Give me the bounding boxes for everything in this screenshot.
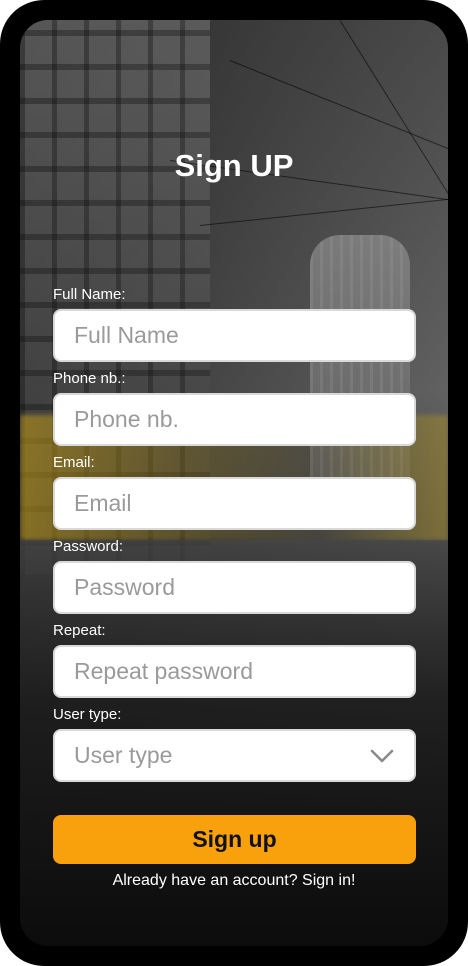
phone-input[interactable]: [53, 393, 416, 446]
page-title: Sign UP: [174, 148, 294, 183]
signup-form: Sign UP Full Name: Phone nb.: Email: Pas…: [20, 20, 448, 946]
user-type-label: User type:: [53, 706, 122, 723]
phone-frame: Sign UP Full Name: Phone nb.: Email: Pas…: [0, 0, 468, 966]
password-input[interactable]: [53, 561, 416, 614]
full-name-input[interactable]: [53, 309, 416, 362]
sign-in-link[interactable]: Sign in!: [302, 872, 355, 889]
repeat-password-input[interactable]: [53, 645, 416, 698]
user-type-value: User type: [74, 742, 173, 768]
email-label: Email:: [53, 454, 95, 471]
email-input[interactable]: [53, 477, 416, 530]
app-screen: Sign UP Full Name: Phone nb.: Email: Pas…: [20, 20, 448, 946]
signin-prompt-text: Already have an account?: [112, 872, 298, 889]
phone-label: Phone nb.:: [53, 370, 126, 387]
chevron-down-icon: [369, 747, 395, 765]
signin-prompt-row: Already have an account? Sign in!: [20, 872, 448, 890]
sign-up-button[interactable]: Sign up: [53, 815, 416, 864]
password-label: Password:: [53, 538, 124, 555]
repeat-password-label: Repeat:: [53, 622, 106, 639]
user-type-select[interactable]: User type: [53, 729, 416, 782]
full-name-label: Full Name:: [53, 286, 126, 303]
